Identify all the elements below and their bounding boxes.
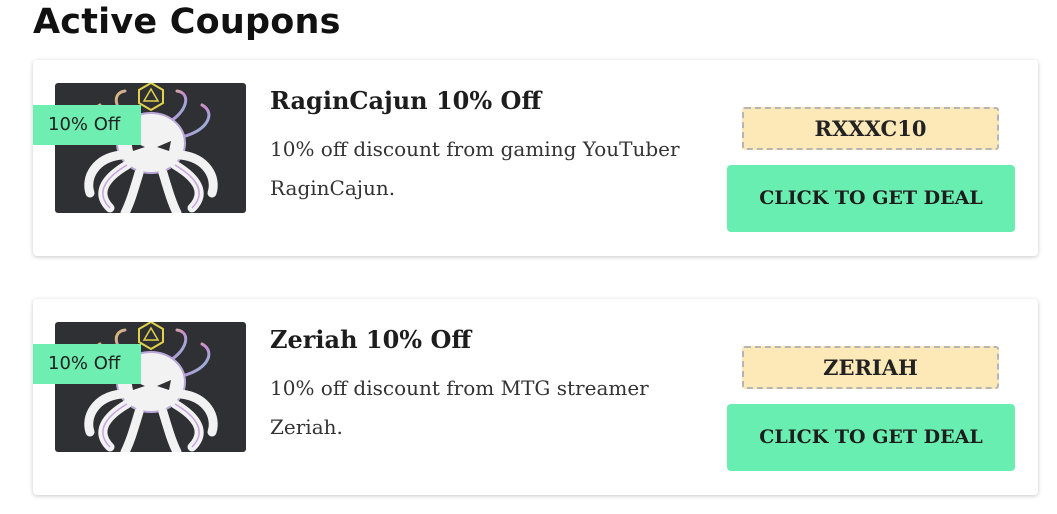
coupon-description: 10% off discount from gaming YouTuber Ra… bbox=[270, 137, 680, 200]
get-deal-button[interactable]: CLICK TO GET DEAL bbox=[727, 404, 1015, 471]
section-heading: Active Coupons bbox=[33, 2, 341, 42]
coupon-thumbnail bbox=[55, 83, 246, 213]
coupon-code[interactable]: RXXXC10 bbox=[742, 107, 999, 150]
get-deal-button[interactable]: CLICK TO GET DEAL bbox=[727, 165, 1015, 232]
coupon-card: 10% Off RaginCajun 10% Off 10% off disco… bbox=[33, 60, 1038, 256]
coupon-title: Zeriah 10% Off bbox=[270, 325, 472, 354]
coupon-thumbnail bbox=[55, 322, 246, 452]
coupon-title: RaginCajun 10% Off bbox=[270, 86, 542, 115]
coupon-card: 10% Off Zeriah 10% Off 10% off discount … bbox=[33, 299, 1038, 495]
coupon-code[interactable]: ZERIAH bbox=[742, 346, 999, 389]
discount-badge: 10% Off bbox=[33, 344, 141, 384]
octopus-d20-logo-icon bbox=[84, 322, 218, 452]
coupon-description: 10% off discount from MTG streamer Zeria… bbox=[270, 376, 649, 439]
coupons-page: Active Coupons 10% Off RaginCajun 10% Of… bbox=[0, 0, 1057, 514]
discount-badge: 10% Off bbox=[33, 105, 141, 145]
octopus-d20-logo-icon bbox=[84, 83, 218, 213]
